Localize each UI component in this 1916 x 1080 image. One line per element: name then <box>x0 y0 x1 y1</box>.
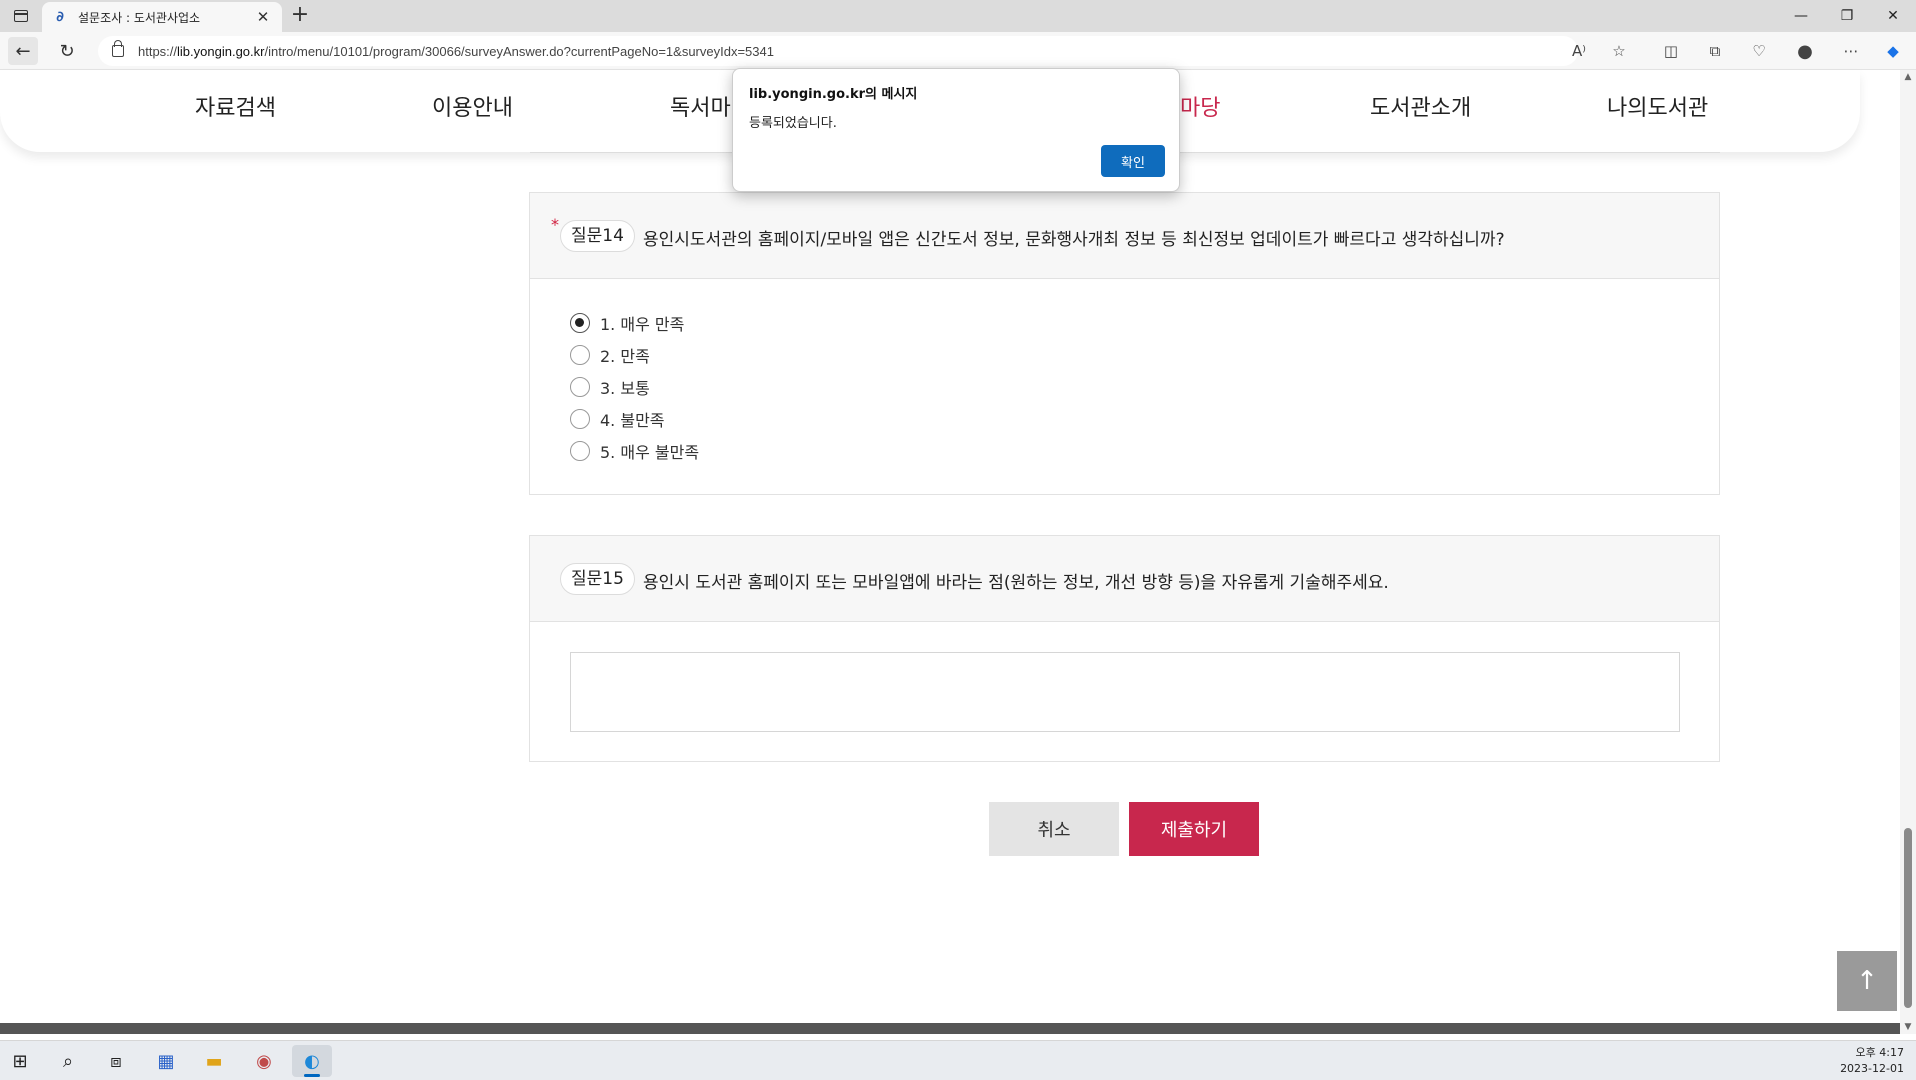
option-label: 5. 매우 불만족 <box>600 443 700 462</box>
nav-item-my-library[interactable]: 나의도서관 <box>1607 90 1708 122</box>
store-icon: ▦ <box>157 1050 175 1072</box>
address-bar[interactable]: https://lib.yongin.go.kr/intro/menu/1010… <box>98 36 1578 66</box>
store-button[interactable]: ▦ <box>146 1045 186 1077</box>
back-button[interactable]: ← <box>8 37 38 65</box>
file-explorer-button[interactable]: ▬ <box>194 1045 234 1077</box>
new-tab-button[interactable]: + <box>288 4 312 28</box>
question-14-header: * 질문14 용인시도서관의 홈페이지/모바일 앱은 신간도서 정보, 문화행사… <box>530 193 1719 279</box>
answer-textarea[interactable] <box>570 652 1680 732</box>
scroll-down-arrow-icon[interactable]: ▼ <box>1900 1022 1916 1032</box>
alert-dialog: lib.yongin.go.kr의 메시지 등록되었습니다. 확인 <box>732 68 1180 192</box>
tab-close-icon[interactable]: ✕ <box>254 8 272 26</box>
option-label: 4. 불만족 <box>600 411 665 430</box>
edge-button[interactable]: ◐ <box>292 1045 332 1077</box>
read-aloud-icon[interactable]: A⁾ <box>1566 39 1592 63</box>
browser-essentials-icon[interactable]: ♡ <box>1746 39 1772 63</box>
address-toolbar: ← ↻ https://lib.yongin.go.kr/intro/menu/… <box>0 32 1916 70</box>
browser-tab-bar: ∂ 설문조사 : 도서관사업소 ✕ + — ❐ ✕ <box>0 0 1916 32</box>
question-number: 질문15 <box>560 563 635 595</box>
radio[interactable] <box>570 441 590 461</box>
refresh-button[interactable]: ↻ <box>52 37 82 65</box>
app-button[interactable]: ◉ <box>244 1045 284 1077</box>
task-view-button[interactable]: ⧈ <box>96 1045 136 1077</box>
option-label: 1. 매우 만족 <box>600 315 685 334</box>
windows-taskbar: ⊞ ⌕ ⧈ ▦ ▬ ◉ ◐ 오후 4:17 2023-12-01 <box>0 1040 1916 1080</box>
radio[interactable] <box>570 409 590 429</box>
browser-tab[interactable]: ∂ 설문조사 : 도서관사업소 ✕ <box>42 2 282 32</box>
nav-item-search[interactable]: 자료검색 <box>195 90 276 122</box>
app-icon: ◉ <box>256 1050 272 1072</box>
submit-button[interactable]: 제출하기 <box>1129 802 1259 856</box>
radio[interactable] <box>570 377 590 397</box>
url-text: https://lib.yongin.go.kr/intro/menu/1010… <box>138 43 774 59</box>
dialog-ok-button[interactable]: 확인 <box>1101 145 1165 177</box>
tab-actions-icon <box>14 10 28 22</box>
nav-item-guide[interactable]: 이용안내 <box>432 90 513 122</box>
tab-actions-button[interactable] <box>8 5 34 27</box>
restore-button[interactable]: ❐ <box>1824 0 1870 32</box>
system-clock[interactable]: 오후 4:17 2023-12-01 <box>1840 1045 1904 1077</box>
required-mark: * <box>551 215 559 234</box>
folder-icon: ▬ <box>205 1050 223 1072</box>
vertical-scrollbar[interactable]: ▲ ▼ <box>1900 70 1916 1034</box>
clock-time: 오후 4:17 <box>1855 1046 1904 1059</box>
search-icon: ⌕ <box>62 1050 74 1072</box>
collections-icon[interactable]: ⧉ <box>1702 39 1728 63</box>
clock-date: 2023-12-01 <box>1840 1062 1904 1075</box>
close-window-button[interactable]: ✕ <box>1870 0 1916 32</box>
radio[interactable] <box>570 345 590 365</box>
tab-title: 설문조사 : 도서관사업소 <box>78 10 201 25</box>
scroll-to-top-button[interactable]: ↑ <box>1837 951 1897 1011</box>
minimize-button[interactable]: — <box>1778 0 1824 32</box>
arrow-up-icon: ↑ <box>1856 966 1878 996</box>
edge-icon: ◐ <box>304 1050 320 1072</box>
question-15-box: 질문15 용인시 도서관 홈페이지 또는 모바일앱에 바라는 점(원하는 정보,… <box>529 535 1720 762</box>
question-text: 용인시 도서관 홈페이지 또는 모바일앱에 바라는 점(원하는 정보, 개선 방… <box>643 573 1389 593</box>
option-neutral[interactable]: 3. 보통 <box>570 375 650 399</box>
dialog-title: lib.yongin.go.kr의 메시지 <box>749 87 918 102</box>
radio-selected[interactable] <box>570 313 590 333</box>
option-satisfied[interactable]: 2. 만족 <box>570 343 650 367</box>
split-screen-icon[interactable]: ◫ <box>1658 39 1684 63</box>
favorite-star-icon[interactable]: ☆ <box>1606 39 1632 63</box>
profile-avatar-icon[interactable]: ● <box>1792 39 1818 63</box>
scrollbar-thumb[interactable] <box>1904 828 1912 1008</box>
nav-item-library-intro[interactable]: 도서관소개 <box>1370 90 1471 122</box>
cancel-button[interactable]: 취소 <box>989 802 1119 856</box>
option-label: 3. 보통 <box>600 379 650 398</box>
option-very-satisfied[interactable]: 1. 매우 만족 <box>570 311 684 335</box>
option-very-dissatisfied[interactable]: 5. 매우 불만족 <box>570 439 699 463</box>
nav-item-reading[interactable]: 독서마 <box>670 90 731 122</box>
option-dissatisfied[interactable]: 4. 불만족 <box>570 407 665 431</box>
dialog-message: 등록되었습니다. <box>749 116 837 131</box>
windows-logo-icon: ⊞ <box>12 1050 28 1072</box>
more-options-icon[interactable]: ⋯ <box>1838 39 1864 63</box>
question-number: 질문14 <box>560 220 635 252</box>
back-arrow-icon: ← <box>15 40 31 62</box>
option-label: 2. 만족 <box>600 347 650 366</box>
copilot-icon[interactable]: ◆ <box>1880 39 1906 63</box>
question-15-header: 질문15 용인시 도서관 홈페이지 또는 모바일앱에 바라는 점(원하는 정보,… <box>530 536 1719 622</box>
task-view-icon: ⧈ <box>110 1050 122 1072</box>
scroll-up-arrow-icon[interactable]: ▲ <box>1900 72 1916 82</box>
search-button[interactable]: ⌕ <box>48 1045 88 1077</box>
question-text: 용인시도서관의 홈페이지/모바일 앱은 신간도서 정보, 문화행사개최 정보 등… <box>643 230 1505 250</box>
question-14-box: * 질문14 용인시도서관의 홈페이지/모바일 앱은 신간도서 정보, 문화행사… <box>529 192 1720 495</box>
start-button[interactable]: ⊞ <box>0 1045 40 1077</box>
nav-item-community[interactable]: 마당 <box>1180 90 1220 122</box>
lock-icon <box>112 40 124 57</box>
refresh-icon: ↻ <box>59 40 75 62</box>
site-favicon-icon: ∂ <box>56 9 64 25</box>
horizontal-scrollbar[interactable] <box>0 1023 1900 1034</box>
